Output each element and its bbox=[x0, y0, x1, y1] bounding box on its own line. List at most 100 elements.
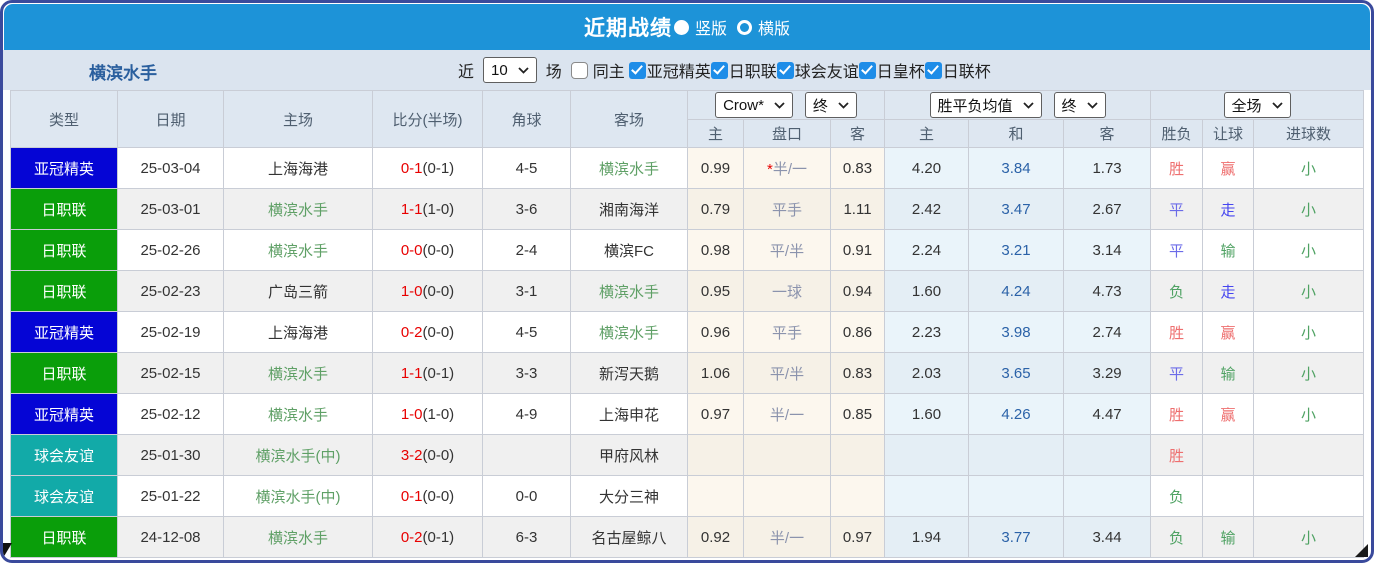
league-filter-2[interactable]: 球会友谊 bbox=[776, 58, 859, 82]
table-row: 亚冠精英 25-02-12 横滨水手 1-0(1-0) 4-9 上海申花 0.97 半/一 0.… bbox=[10, 393, 1365, 435]
radio-vertical-layout[interactable]: 竖版 bbox=[673, 15, 727, 39]
radio-horizontal-layout[interactable]: 横版 bbox=[737, 15, 790, 39]
league-type-cell: 日职联 bbox=[10, 270, 118, 312]
checkbox-icon-league[interactable] bbox=[776, 61, 794, 79]
handicap-cell: *半/一 bbox=[743, 147, 831, 189]
score-cell: 0-2(0-0) bbox=[372, 311, 483, 353]
handicap-text: 平手 bbox=[771, 324, 802, 342]
avg-win-cell: 1.60 bbox=[884, 270, 970, 312]
checkbox-icon-league[interactable] bbox=[858, 61, 876, 79]
corner-cell: 4-5 bbox=[482, 147, 571, 189]
league-filter-3[interactable]: 日皇杯 bbox=[858, 58, 925, 82]
page-title: 近期战绩 bbox=[583, 17, 672, 40]
home-team-cell: 横滨水手(中) bbox=[223, 475, 373, 517]
half-score: (1-0) bbox=[422, 200, 455, 218]
full-score: 1-0 bbox=[400, 405, 423, 423]
odds-company-select[interactable]: Crow* bbox=[715, 92, 793, 118]
league-type-cell: 日职联 bbox=[10, 229, 118, 271]
radio-icon-horizontal[interactable] bbox=[737, 19, 752, 35]
goals-cell: 小 bbox=[1253, 352, 1365, 394]
half-score: (0-0) bbox=[422, 282, 455, 300]
avg-lose-cell: 2.74 bbox=[1063, 311, 1152, 353]
avg-draw-cell bbox=[968, 475, 1065, 517]
avg-draw-cell: 3.98 bbox=[968, 311, 1065, 353]
checkbox-icon-league[interactable] bbox=[924, 61, 942, 79]
table-row: 日职联 25-02-15 横滨水手 1-1(0-1) 3-3 新泻天鹅 1.06 平/半 0.8… bbox=[10, 352, 1365, 394]
home-team-cell: 上海海港 bbox=[223, 311, 373, 353]
handicap-cell: 平/半 bbox=[743, 229, 831, 271]
avg-win-cell: 2.42 bbox=[884, 188, 970, 230]
avg-lose-cell: 1.73 bbox=[1063, 147, 1152, 189]
sub-header-5: 客 bbox=[1063, 119, 1152, 148]
odds-home-cell bbox=[687, 434, 744, 476]
avg-win-cell: 1.60 bbox=[884, 393, 970, 435]
table-row: 日职联 25-02-26 横滨水手 0-0(0-0) 2-4 横滨FC 0.98 平/半 0.9… bbox=[10, 229, 1365, 271]
handicap-result-cell: 走 bbox=[1202, 188, 1255, 230]
odds-home-cell: 0.79 bbox=[687, 188, 744, 230]
result-cell: 负 bbox=[1150, 475, 1204, 517]
away-team-cell: 横滨水手 bbox=[570, 311, 688, 353]
radio-icon-vertical[interactable] bbox=[673, 19, 689, 35]
goals-cell: 小 bbox=[1253, 229, 1365, 271]
handicap-result-cell: 输 bbox=[1202, 229, 1255, 271]
avg-lose-cell: 4.73 bbox=[1063, 270, 1152, 312]
half-score: (0-1) bbox=[422, 528, 455, 546]
table-row: 球会友谊 25-01-30 横滨水手(中) 3-2(0-0) 甲府风林胜 bbox=[10, 434, 1365, 476]
corner-cell: 4-5 bbox=[482, 311, 571, 353]
home-team-cell: 上海海港 bbox=[223, 147, 373, 189]
league-filter-label: 球会友谊 bbox=[794, 64, 859, 81]
avg-win-cell: 1.94 bbox=[884, 516, 970, 558]
away-team-cell: 名古屋鲸八 bbox=[570, 516, 688, 558]
score-cell: 1-0(1-0) bbox=[372, 393, 483, 435]
full-match-select[interactable]: 全场 bbox=[1223, 92, 1291, 118]
match-rows: 亚冠精英 25-03-04 上海海港 0-1(0-1) 4-5 横滨水手 0.99 *半/一 0… bbox=[10, 147, 1365, 558]
avg-draw-cell: 4.26 bbox=[968, 393, 1065, 435]
odds-home-cell: 0.99 bbox=[687, 147, 744, 189]
widget-frame: 近期战绩 竖版 横版 横滨水手 近 10 场 同主 亚冠精英 日职联 球会友谊 日皇杯… bbox=[0, 0, 1374, 563]
away-team-cell: 横滨水手 bbox=[570, 147, 688, 189]
sub-header-0: 主 bbox=[687, 119, 744, 148]
result-cell: 胜 bbox=[1150, 311, 1204, 353]
away-team-cell: 横滨水手 bbox=[570, 270, 688, 312]
checkbox-icon-league[interactable] bbox=[710, 61, 728, 79]
handicap-cell bbox=[743, 475, 831, 517]
handicap-result-cell: 赢 bbox=[1202, 393, 1255, 435]
result-cell: 平 bbox=[1150, 352, 1204, 394]
date-cell: 25-02-12 bbox=[117, 393, 224, 435]
avg-lose-cell: 4.47 bbox=[1063, 393, 1152, 435]
checkbox-icon-same-home[interactable] bbox=[570, 61, 588, 79]
avg-draw-cell: 3.77 bbox=[968, 516, 1065, 558]
handicap-cell: 一球 bbox=[743, 270, 831, 312]
table-row: 日职联 25-03-01 横滨水手 1-1(1-0) 3-6 湘南海洋 0.79 平手 1.11… bbox=[10, 188, 1365, 230]
league-filter-label: 日职联 bbox=[728, 64, 777, 81]
same-home-filter[interactable]: 同主 bbox=[570, 58, 625, 82]
date-cell: 25-03-04 bbox=[117, 147, 224, 189]
half-score: (1-0) bbox=[422, 405, 455, 423]
sub-header-2: 客 bbox=[829, 119, 886, 148]
goals-cell: 小 bbox=[1253, 270, 1365, 312]
league-filter-4[interactable]: 日联杯 bbox=[924, 58, 991, 82]
corner-cell: 4-9 bbox=[482, 393, 571, 435]
handicap-cell: 平/半 bbox=[743, 352, 831, 394]
league-filter-0[interactable]: 亚冠精英 bbox=[628, 58, 711, 82]
handicap-result-cell bbox=[1202, 434, 1255, 476]
odds-time-select[interactable]: 终 bbox=[804, 92, 857, 118]
corner-cell: 2-4 bbox=[482, 229, 571, 271]
handicap-text: 半/一 bbox=[772, 160, 807, 178]
goals-cell: 小 bbox=[1253, 393, 1365, 435]
league-type-cell: 日职联 bbox=[10, 516, 118, 558]
avg-win-cell: 4.20 bbox=[884, 147, 970, 189]
corner-cell: 3-1 bbox=[482, 270, 571, 312]
match-count-select[interactable]: 10 bbox=[483, 57, 537, 83]
odds-away-cell: 0.91 bbox=[829, 229, 886, 271]
half-score: (0-1) bbox=[422, 364, 455, 382]
radio-label-horizontal: 横版 bbox=[758, 21, 791, 38]
avg-type-select[interactable]: 胜平负均值 bbox=[929, 92, 1042, 118]
goals-cell bbox=[1253, 475, 1365, 517]
checkbox-icon-league[interactable] bbox=[628, 61, 646, 79]
avg-time-select[interactable]: 终 bbox=[1053, 92, 1106, 118]
corner-cell: 0-0 bbox=[482, 475, 571, 517]
league-filter-1[interactable]: 日职联 bbox=[710, 58, 777, 82]
sub-header-6: 胜负 bbox=[1150, 119, 1204, 148]
avg-lose-cell: 3.29 bbox=[1063, 352, 1152, 394]
